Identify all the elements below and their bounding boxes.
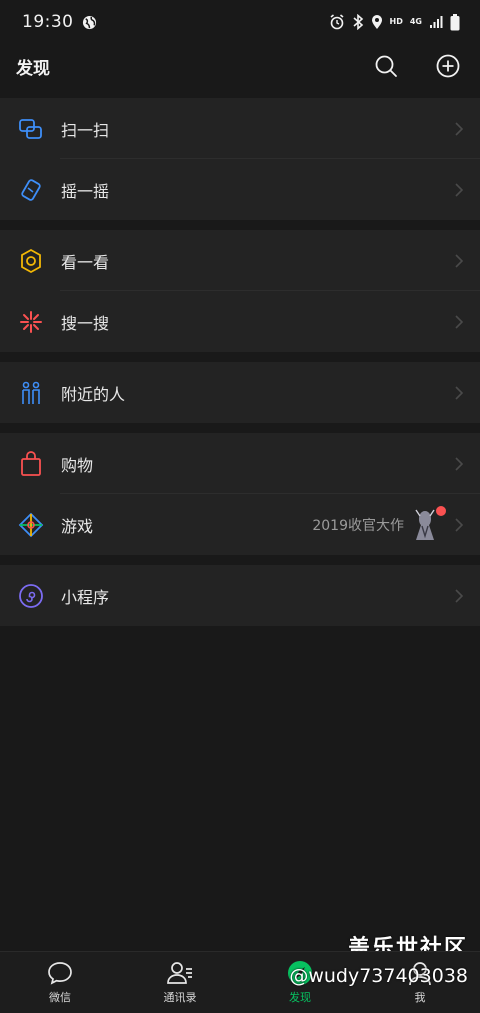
page-header: 发现 bbox=[0, 44, 480, 88]
contacts-icon bbox=[166, 960, 194, 986]
top-stories-icon bbox=[18, 248, 44, 274]
bluetooth-icon bbox=[352, 14, 364, 30]
menu-item-people-nearby[interactable]: 附近的人 bbox=[0, 362, 480, 423]
tab-label: 我 bbox=[414, 991, 426, 1004]
chat-bubble-icon bbox=[46, 960, 74, 986]
people-nearby-icon bbox=[18, 380, 44, 406]
tab-label: 微信 bbox=[49, 991, 71, 1004]
status-icons: HD 4G bbox=[329, 13, 460, 31]
menu-group: 附近的人 bbox=[0, 362, 480, 423]
chevron-right-icon bbox=[454, 121, 464, 137]
menu-item-label: 游戏 bbox=[61, 516, 94, 536]
chevron-right-icon bbox=[454, 253, 464, 269]
shopping-bag-icon bbox=[18, 450, 44, 477]
watermark-handle: @wudy737403038 bbox=[289, 965, 468, 987]
chevron-right-icon bbox=[454, 588, 464, 604]
chevron-right-icon bbox=[454, 385, 464, 401]
alarm-icon bbox=[329, 14, 345, 30]
tab-contacts[interactable]: 通讯录 bbox=[120, 952, 240, 1013]
signal-icon bbox=[429, 15, 443, 29]
search-icon[interactable] bbox=[374, 54, 398, 78]
status-bar: 19:30 HD 4G bbox=[0, 0, 480, 44]
status-time: 19:30 bbox=[22, 12, 74, 32]
discover-menu: 扫一扫 摇一摇 看一看 搜一搜 附近的人 购物 游戏 2019收官大作 小程序 bbox=[0, 98, 480, 636]
menu-item-label: 扫一扫 bbox=[61, 120, 110, 140]
games-icon bbox=[18, 512, 44, 538]
network-indicator: 4G bbox=[409, 17, 422, 26]
menu-group: 看一看 搜一搜 bbox=[0, 230, 480, 352]
games-promo-text: 2019收官大作 bbox=[312, 517, 404, 534]
tab-label: 通讯录 bbox=[163, 991, 197, 1004]
menu-group: 小程序 bbox=[0, 565, 480, 626]
menu-item-search[interactable]: 搜一搜 bbox=[0, 291, 480, 352]
tab-chats[interactable]: 微信 bbox=[0, 952, 120, 1013]
red-dot-badge bbox=[436, 505, 446, 516]
menu-group: 扫一扫 摇一摇 bbox=[0, 98, 480, 220]
chevron-right-icon bbox=[454, 182, 464, 198]
menu-item-label: 附近的人 bbox=[61, 384, 126, 404]
globe-icon bbox=[82, 15, 97, 30]
menu-item-label: 搜一搜 bbox=[61, 313, 110, 333]
chevron-right-icon bbox=[454, 517, 464, 533]
menu-item-scan[interactable]: 扫一扫 bbox=[0, 98, 480, 159]
chevron-right-icon bbox=[454, 314, 464, 330]
hd-indicator: HD bbox=[389, 17, 403, 26]
menu-item-label: 看一看 bbox=[61, 252, 110, 272]
scan-icon bbox=[18, 116, 44, 142]
add-icon[interactable] bbox=[436, 54, 460, 78]
menu-item-shopping[interactable]: 购物 bbox=[0, 433, 480, 494]
menu-item-label: 小程序 bbox=[61, 587, 110, 607]
menu-item-mini-programs[interactable]: 小程序 bbox=[0, 565, 480, 626]
menu-item-label: 摇一摇 bbox=[61, 181, 110, 201]
search-feature-icon bbox=[18, 309, 44, 335]
chevron-right-icon bbox=[454, 456, 464, 472]
location-icon bbox=[371, 14, 383, 30]
menu-group: 购物 游戏 2019收官大作 bbox=[0, 433, 480, 555]
tab-label: 发现 bbox=[289, 991, 311, 1004]
menu-item-shake[interactable]: 摇一摇 bbox=[0, 159, 480, 220]
menu-item-top-stories[interactable]: 看一看 bbox=[0, 230, 480, 291]
shake-icon bbox=[18, 177, 44, 203]
game-thumbnail bbox=[412, 505, 446, 542]
page-title: 发现 bbox=[16, 58, 50, 79]
menu-item-label: 购物 bbox=[61, 455, 94, 475]
menu-item-games[interactable]: 游戏 2019收官大作 bbox=[0, 494, 480, 555]
mini-programs-icon bbox=[18, 583, 44, 609]
battery-icon bbox=[450, 13, 460, 31]
